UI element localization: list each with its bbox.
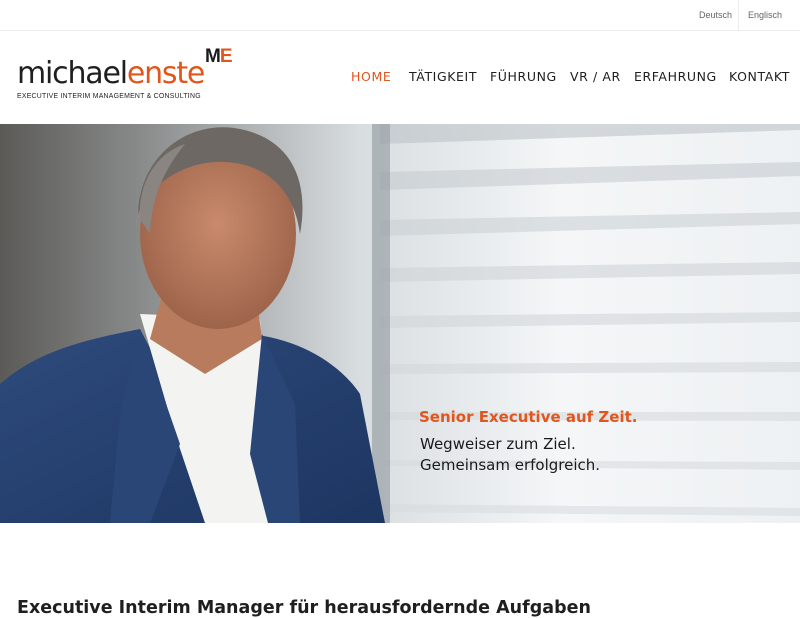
logo-monogram: ME <box>205 47 232 67</box>
nav-item-home[interactable]: HOME <box>351 68 391 86</box>
language-link-englisch[interactable]: Englisch <box>738 0 788 30</box>
nav-item-vr-ar[interactable]: VR / AR <box>570 68 621 86</box>
nav-item-kontakt[interactable]: KONTAKT <box>729 68 790 86</box>
logo-tagline: EXECUTIVE INTERIM MANAGEMENT & CONSULTIN… <box>17 93 201 100</box>
language-link-deutsch[interactable]: Deutsch <box>699 0 737 30</box>
intro-heading: Executive Interim Manager für herausford… <box>17 598 591 618</box>
intro-heading-rest: für herausfordernde Aufgaben <box>283 597 591 618</box>
hero-photo <box>0 124 800 523</box>
hero-tagline-line-1: Wegweiser zum Ziel. <box>420 435 576 453</box>
logo-last-name: enste <box>126 56 206 91</box>
logo-monogram-m: M <box>205 46 221 67</box>
hero-banner: Senior Executive auf Zeit. Wegweiser zum… <box>0 124 800 523</box>
logo-name: michaelenste <box>17 56 206 92</box>
hero-title: Senior Executive auf Zeit. <box>419 408 638 426</box>
nav-item-fuehrung[interactable]: FÜHRUNG <box>490 68 557 86</box>
logo-first-name: michael <box>17 56 128 91</box>
hero-tagline-line-2: Gemeinsam erfolgreich. <box>420 456 601 474</box>
language-bar: Deutsch Englisch <box>0 0 800 31</box>
logo-monogram-e: E <box>219 46 233 67</box>
intro-heading-bold: Executive Interim Manager <box>17 597 284 618</box>
nav-item-erfahrung[interactable]: ERFAHRUNG <box>634 68 717 86</box>
nav-item-taetigkeit[interactable]: TÄTIGKEIT <box>409 68 477 86</box>
